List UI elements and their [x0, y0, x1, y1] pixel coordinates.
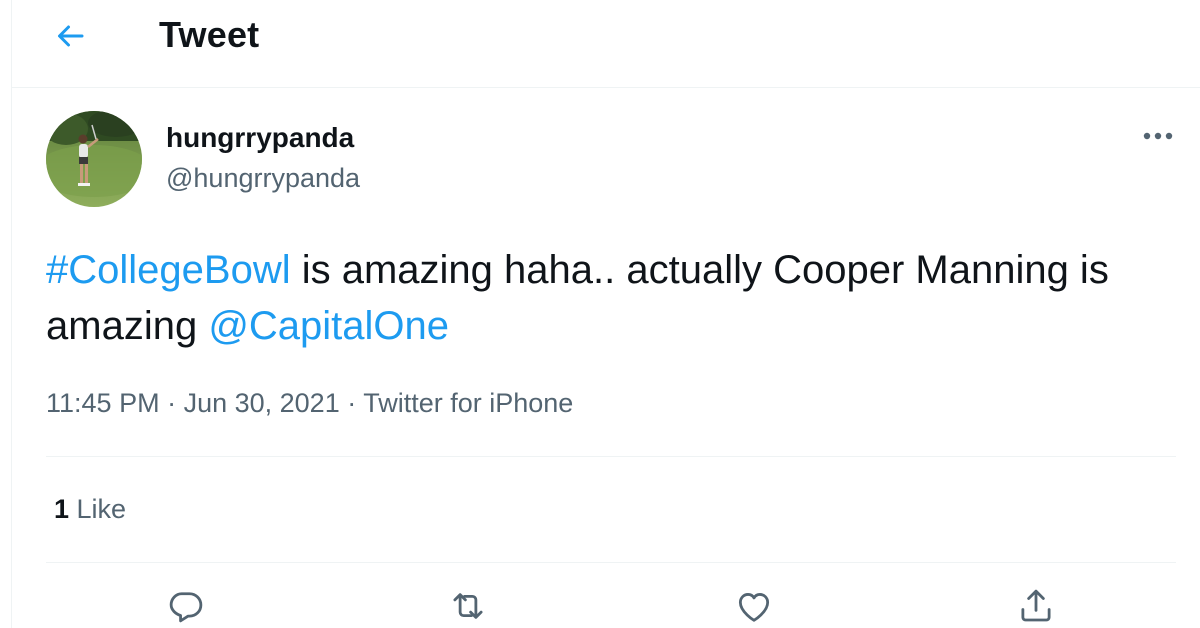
heart-icon — [738, 593, 770, 622]
reply-button[interactable] — [160, 584, 212, 628]
tweet-text: #CollegeBowl is amazing haha.. actually … — [46, 242, 1166, 354]
more-horizontal-icon — [1143, 132, 1173, 140]
back-button[interactable] — [44, 10, 96, 62]
divider — [46, 562, 1176, 563]
page-header: Tweet — [12, 0, 1200, 88]
more-options-button[interactable] — [1132, 116, 1184, 156]
tweet-source[interactable]: Twitter for iPhone — [363, 388, 573, 418]
likes-stat[interactable]: 1 Like — [54, 494, 126, 525]
meta-separator: · — [339, 388, 364, 418]
share-button[interactable] — [1010, 584, 1062, 628]
avatar[interactable] — [46, 111, 142, 207]
likes-label: Like — [69, 494, 127, 524]
retweet-icon — [453, 593, 483, 619]
meta-separator: · — [159, 388, 184, 418]
reply-icon — [169, 592, 203, 623]
share-icon — [1021, 589, 1051, 622]
divider — [46, 456, 1176, 457]
page-title: Tweet — [159, 14, 260, 55]
like-button[interactable] — [728, 584, 780, 628]
arrow-left-icon — [58, 25, 84, 47]
author-display-name[interactable]: hungrrypanda — [166, 122, 354, 154]
mention-link[interactable]: @CapitalOne — [208, 304, 449, 348]
tweet-time[interactable]: 11:45 PM — [46, 388, 160, 418]
tweet-page: Tweet hungrrypanda @hungrrypanda #Colleg… — [11, 0, 1200, 628]
action-bar — [12, 584, 1200, 628]
author-handle[interactable]: @hungrrypanda — [166, 163, 360, 194]
tweet-meta: 11:45 PM · Jun 30, 2021 · Twitter for iP… — [46, 388, 573, 419]
likes-count: 1 — [54, 494, 70, 524]
tweet-date[interactable]: Jun 30, 2021 — [184, 388, 340, 418]
hashtag-link[interactable]: #CollegeBowl — [46, 248, 291, 292]
retweet-button[interactable] — [442, 584, 494, 628]
profile-photo — [46, 111, 142, 207]
